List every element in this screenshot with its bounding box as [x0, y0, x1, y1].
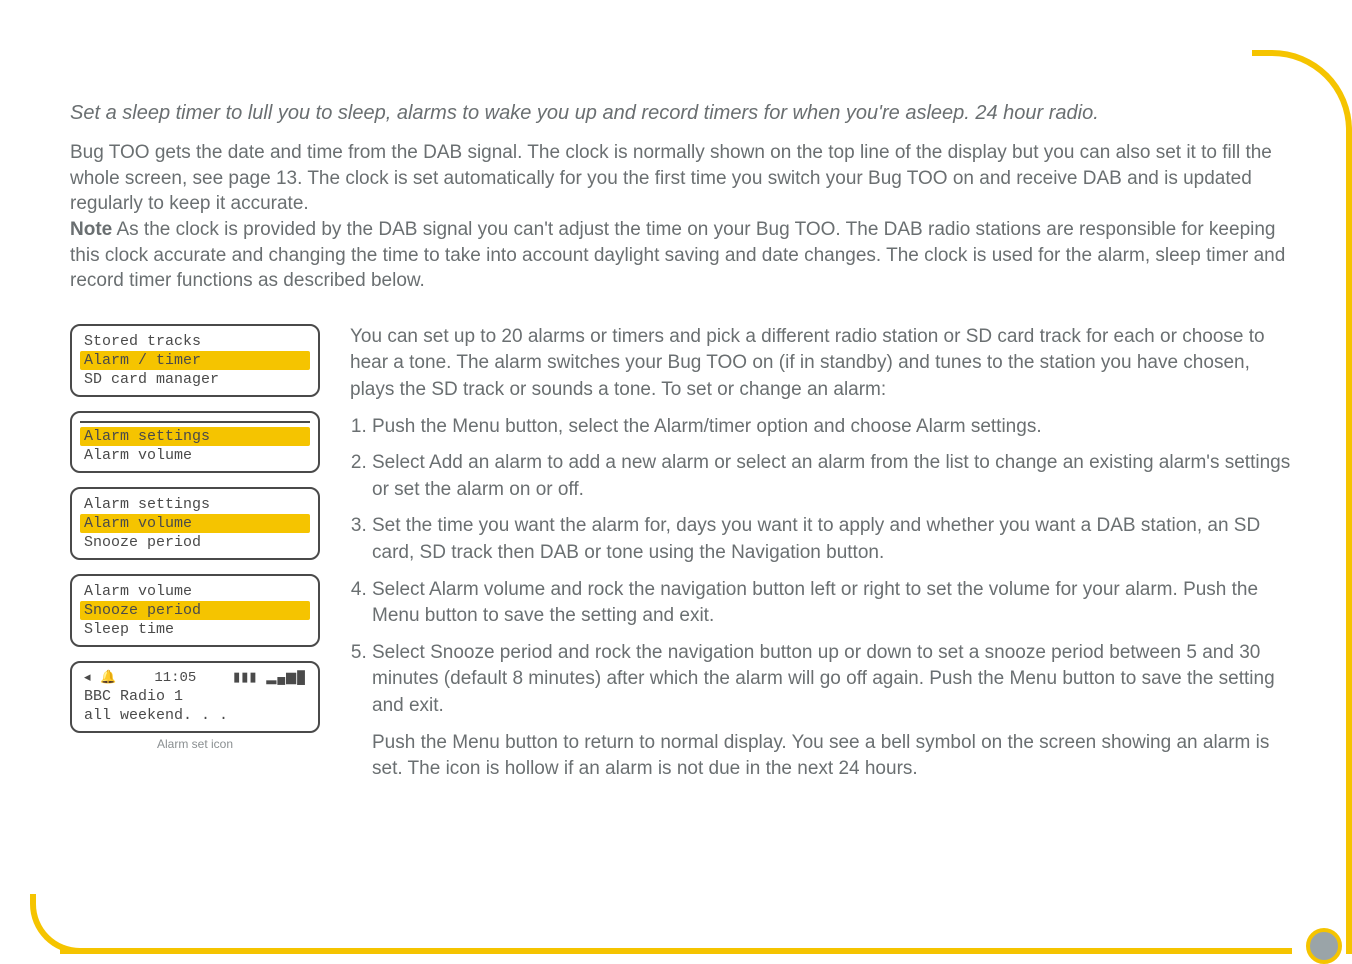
step-item: Select Add an alarm to add a new alarm o…: [372, 450, 1292, 503]
note-label: Note: [70, 219, 112, 240]
lcd-status-bar: ◂ 🔔 11:05 ▮▮▮ ▂▄▆█: [80, 669, 310, 687]
lcd-row: BBC Radio 1: [80, 687, 310, 706]
intro-block: Bug TOO gets the date and time from the …: [70, 140, 1292, 294]
lcd-screen-menu-1: Stored tracks Alarm / timer SD card mana…: [70, 324, 320, 397]
page-tagline: Set a sleep timer to lull you to sleep, …: [70, 100, 1292, 126]
steps-list: Push the Menu button, select the Alarm/t…: [350, 414, 1292, 720]
lcd-row: Alarm volume: [80, 582, 310, 601]
main-content: You can set up to 20 alarms or timers an…: [350, 324, 1292, 793]
intro-paragraph-1: Bug TOO gets the date and time from the …: [70, 142, 1272, 214]
lcd-divider: [80, 421, 310, 423]
step-item: Select Alarm volume and rock the navigat…: [372, 577, 1292, 630]
lcd-row: Snooze period: [80, 533, 310, 552]
sidebar: Stored tracks Alarm / timer SD card mana…: [70, 324, 320, 793]
lcd-row: SD card manager: [80, 370, 310, 389]
status-icons-left: ◂ 🔔: [84, 670, 118, 686]
columns: Stored tracks Alarm / timer SD card mana…: [70, 324, 1292, 793]
step-item: Push the Menu button, select the Alarm/t…: [372, 414, 1292, 441]
frame-edge-bottom: [60, 948, 1292, 954]
step-item: Set the time you want the alarm for, day…: [372, 513, 1292, 566]
lcd-row: Alarm volume: [80, 446, 310, 465]
step-item: Select Snooze period and rock the naviga…: [372, 640, 1292, 720]
lcd-row: Stored tracks: [80, 332, 310, 351]
lcd-row-highlight: Alarm volume: [80, 514, 310, 533]
lcd-screen-status: ◂ 🔔 11:05 ▮▮▮ ▂▄▆█ BBC Radio 1 all weeke…: [70, 661, 320, 733]
lcd-caption: Alarm set icon: [70, 737, 320, 751]
lcd-row: Sleep time: [80, 620, 310, 639]
lcd-row-highlight: Alarm settings: [80, 427, 310, 446]
lcd-row-highlight: Snooze period: [80, 601, 310, 620]
lcd-screen-menu-3: Alarm settings Alarm volume Snooze perio…: [70, 487, 320, 560]
frame-edge-right: [1346, 140, 1352, 954]
lcd-row: Alarm settings: [80, 495, 310, 514]
frame-corner-top: [1252, 50, 1352, 150]
lcd-screen-menu-2: Alarm settings Alarm volume: [70, 411, 320, 473]
status-clock: 11:05: [154, 670, 196, 686]
lcd-row: all weekend. . .: [80, 706, 310, 725]
body-outro: Push the Menu button to return to normal…: [350, 730, 1292, 783]
intro-paragraph-2: As the clock is provided by the DAB sign…: [70, 219, 1285, 291]
lcd-row-highlight: Alarm / timer: [80, 351, 310, 370]
body-intro: You can set up to 20 alarms or timers an…: [350, 324, 1292, 404]
status-icons-right: ▮▮▮ ▂▄▆█: [233, 670, 306, 686]
page-content: Set a sleep timer to lull you to sleep, …: [70, 100, 1302, 914]
page-accent-circle: [1306, 928, 1342, 964]
lcd-screen-menu-4: Alarm volume Snooze period Sleep time: [70, 574, 320, 647]
